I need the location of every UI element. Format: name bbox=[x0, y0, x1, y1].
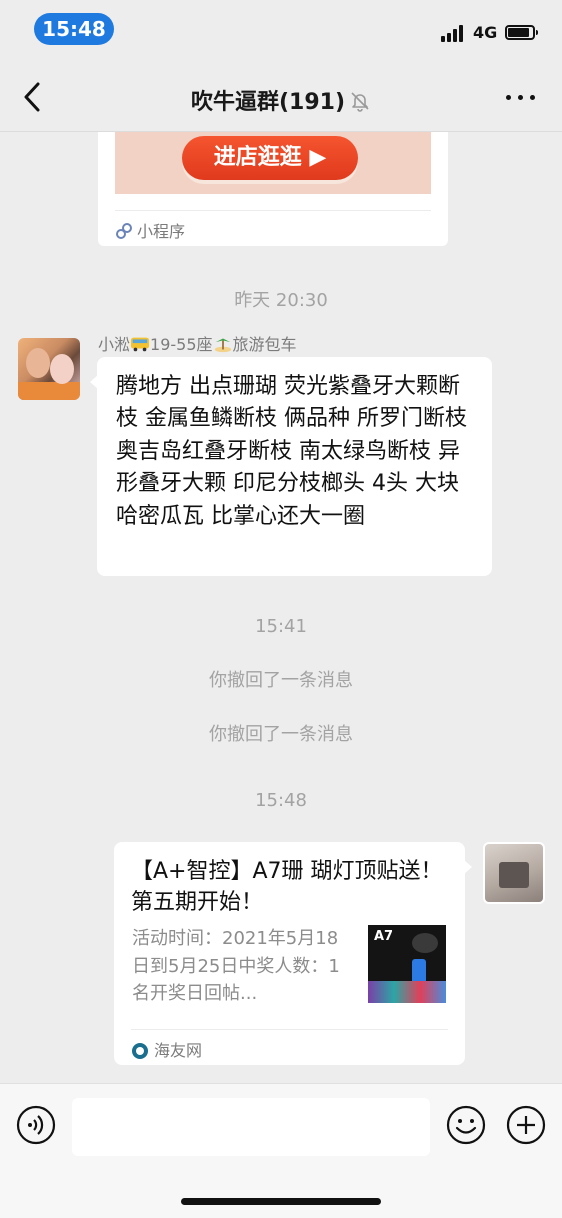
thumbnail-text: A7 bbox=[374, 929, 394, 944]
chat-title: 吹牛逼群(191) bbox=[0, 84, 562, 116]
enter-shop-button[interactable]: 进店逛逛 ▶ bbox=[182, 136, 358, 180]
ellipsis-icon bbox=[506, 95, 511, 100]
home-indicator[interactable] bbox=[181, 1198, 381, 1205]
battery-icon bbox=[505, 25, 538, 40]
my-avatar[interactable] bbox=[483, 842, 545, 904]
voice-button[interactable] bbox=[16, 1105, 56, 1145]
signal-icon bbox=[441, 25, 467, 42]
palm-tree-icon bbox=[214, 338, 231, 353]
divider bbox=[131, 1029, 448, 1030]
mini-program-banner: 进店逛逛 ▶ bbox=[115, 132, 431, 194]
chat-header: 吹牛逼群(191) bbox=[0, 58, 562, 132]
emoji-button[interactable] bbox=[446, 1105, 486, 1145]
emoji-icon bbox=[446, 1105, 486, 1145]
sender-name-middle: 19-55座 bbox=[150, 335, 213, 354]
link-source: 海友网 bbox=[132, 1037, 202, 1061]
timestamp: 昨天 20:30 bbox=[234, 290, 328, 311]
message-input[interactable] bbox=[72, 1098, 430, 1156]
more-button[interactable] bbox=[502, 92, 538, 104]
voice-icon bbox=[16, 1105, 56, 1145]
link-source-label: 海友网 bbox=[154, 1041, 203, 1060]
link-thumbnail: A7 bbox=[368, 925, 446, 1003]
status-time: 15:48 bbox=[34, 13, 114, 45]
mini-program-card[interactable]: 进店逛逛 ▶ 小程序 bbox=[98, 132, 448, 246]
avatar[interactable] bbox=[18, 338, 80, 400]
network-label: 4G bbox=[473, 23, 498, 42]
timestamp: 15:48 bbox=[255, 790, 307, 811]
sender-name: 小淞 19-55座 旅游包车 bbox=[98, 331, 297, 355]
recall-notice: 你撤回了一条消息 bbox=[209, 724, 353, 745]
timestamp: 15:41 bbox=[255, 616, 307, 637]
source-logo-icon bbox=[132, 1043, 148, 1059]
bus-icon bbox=[130, 337, 150, 352]
mini-program-footer: 小程序 bbox=[115, 218, 185, 242]
sender-name-prefix: 小淞 bbox=[98, 335, 131, 354]
link-description: 活动时间：2021年5月18日到5月25日中奖人数：1名开奖日回帖... bbox=[132, 928, 340, 1004]
plus-icon bbox=[506, 1105, 546, 1145]
bell-slash-icon bbox=[351, 92, 369, 112]
recall-notice: 你撤回了一条消息 bbox=[209, 670, 353, 691]
chat-title-text: 吹牛逼群(191) bbox=[190, 90, 346, 115]
divider bbox=[115, 210, 431, 211]
plus-button[interactable] bbox=[506, 1105, 546, 1145]
sender-name-suffix: 旅游包车 bbox=[232, 335, 297, 354]
link-title: 【A+智控】A7珊 瑚灯顶贴送！第五期开始！ bbox=[131, 859, 443, 915]
message-bubble[interactable]: 腾地方 出点珊瑚 荧光紫叠牙大颗断枝 金属鱼鳞断枝 俩品种 所罗门断枝 奥吉岛红… bbox=[90, 357, 492, 576]
mini-program-label: 小程序 bbox=[137, 222, 186, 241]
status-bar: 15:48 4G bbox=[0, 0, 562, 58]
mini-program-icon bbox=[116, 223, 132, 239]
